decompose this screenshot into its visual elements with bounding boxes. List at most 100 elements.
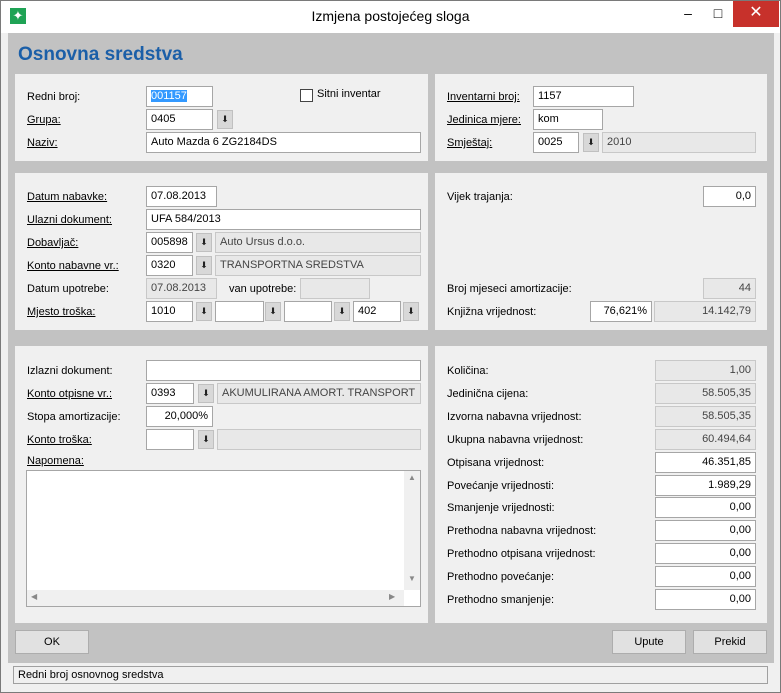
datum-upotrebe-field: 07.08.2013 [146, 278, 217, 299]
mjesto-troska-1-field[interactable]: 1010 [146, 301, 193, 322]
form-client-area: Osnovna sredstva Redni broj: 001157 Sitn… [8, 33, 774, 687]
konto-nabavne-name-field: TRANSPORTNA SREDSTVA [215, 255, 421, 276]
mjesto-troska-2-field[interactable] [215, 301, 264, 322]
mjesto-troska-4-dropdown-icon[interactable]: ⬇ [403, 302, 419, 321]
title-bar[interactable]: ✦ Izmjena postojećeg sloga – □ ✕ [1, 1, 780, 33]
izlazni-dokument-field[interactable] [146, 360, 421, 381]
mjesto-troska-2-dropdown-icon[interactable]: ⬇ [265, 302, 281, 321]
mjesto-troska-3-dropdown-icon[interactable]: ⬇ [334, 302, 350, 321]
datum-nabavke-label: Datum nabavke: [27, 191, 108, 203]
datum-upotrebe-label: Datum upotrebe: [27, 283, 109, 295]
disposal-panel: Izlazni dokument: Konto otpisne vr.: 039… [15, 346, 428, 623]
value-field[interactable]: 0,00 [655, 543, 756, 565]
smjestaj-code-field[interactable]: 0025 [533, 132, 579, 153]
napomena-label: Napomena: [27, 455, 84, 467]
dobavljac-label: Dobavljač: [27, 237, 79, 249]
value-field: 58.505,35 [655, 405, 756, 427]
grupa-field[interactable]: 0405 [146, 109, 213, 130]
izlazni-dokument-label: Izlazni dokument: [27, 365, 113, 377]
smjestaj-name-field: 2010 [602, 132, 756, 153]
konto-otpisne-label: Konto otpisne vr.: [27, 388, 112, 400]
knjizna-pct-field[interactable]: 76,621% [590, 301, 652, 322]
smjestaj-label: Smještaj: [447, 137, 493, 149]
value-field[interactable]: 0,00 [655, 497, 756, 519]
broj-mjeseci-field: 44 [703, 278, 756, 299]
value-label: Prethodno smanjenje: [447, 594, 555, 606]
value-field: 60.494,64 [655, 428, 756, 450]
naziv-field[interactable]: Auto Mazda 6 ZG2184DS [146, 132, 421, 153]
stopa-label: Stopa amortizacije: [27, 411, 121, 423]
konto-troska-dropdown-icon[interactable]: ⬇ [198, 430, 214, 449]
konto-troska-label: Konto troška: [27, 434, 92, 446]
scroll-up-icon[interactable]: ▲ [404, 473, 420, 487]
grupa-dropdown-icon[interactable]: ⬇ [217, 110, 233, 129]
dobavljac-dropdown-icon[interactable]: ⬇ [196, 233, 212, 252]
mjesto-troska-3-field[interactable] [284, 301, 332, 322]
maximize-button[interactable]: □ [703, 1, 733, 27]
scroll-right-icon[interactable]: ▶ [389, 592, 401, 604]
dobavljac-name-field: Auto Ursus d.o.o. [215, 232, 421, 253]
grupa-label: Grupa: [27, 114, 61, 126]
smjestaj-dropdown-icon[interactable]: ⬇ [583, 133, 599, 152]
jedinica-mjere-field[interactable]: kom [533, 109, 603, 130]
value-label: Prethodno povećanje: [447, 571, 555, 584]
inventory-panel: Inventarni broj: 1157 Jedinica mjere: ko… [435, 74, 767, 161]
konto-nabavne-code-field[interactable]: 0320 [146, 255, 193, 276]
konto-otpisne-name-field: AKUMULIRANA AMORT. TRANSPORT [217, 383, 421, 404]
redni-broj-field[interactable]: 001157 [146, 86, 213, 107]
inventarni-broj-label: Inventarni broj: [447, 91, 520, 103]
value-field[interactable]: 0,00 [655, 589, 756, 610]
value-label: Količina: [447, 365, 489, 377]
values-panel: Količina: 1,00 Jedinična cijena: 58.505,35 I… [435, 346, 767, 623]
vertical-scrollbar[interactable]: ▲ ▼ [404, 471, 420, 590]
minimize-button[interactable]: – [673, 1, 703, 27]
value-label: Prethodna nabavna vrijednost: [447, 525, 597, 538]
mjesto-troska-4-field[interactable]: 402 [353, 301, 401, 322]
prekid-button[interactable]: Prekid [693, 630, 767, 654]
konto-nabavne-label: Konto nabavne vr.: [27, 260, 119, 272]
horizontal-scrollbar[interactable]: ◀ ▶ [27, 590, 404, 606]
konto-otpisne-code-field[interactable]: 0393 [146, 383, 194, 404]
konto-troska-name-field [217, 429, 421, 450]
scroll-left-icon[interactable]: ◀ [31, 592, 43, 604]
naziv-label: Naziv: [27, 137, 58, 149]
lifetime-panel: Vijek trajanja: 0,0 Broj mjeseci amortiz… [435, 173, 767, 330]
napomena-textarea[interactable]: ▲ ▼ ◀ ▶ [26, 470, 421, 607]
form-heading: Osnovna sredstva [18, 44, 183, 65]
ulazni-dokument-label: Ulazni dokument: [27, 214, 112, 226]
value-field[interactable]: 1.989,29 [655, 474, 756, 496]
ok-button[interactable]: OK [15, 630, 89, 654]
status-text: Redni broj osnovnog sredstva [13, 666, 768, 684]
knjizna-value-field: 14.142,79 [654, 301, 756, 322]
scroll-down-icon[interactable]: ▼ [404, 574, 420, 588]
van-upotrebe-label: van upotrebe: [229, 283, 297, 295]
value-field[interactable]: 46.351,85 [655, 451, 756, 473]
datum-nabavke-field[interactable]: 07.08.2013 [146, 186, 217, 207]
mjesto-troska-1-dropdown-icon[interactable]: ⬇ [196, 302, 212, 321]
inventarni-broj-field[interactable]: 1157 [533, 86, 634, 107]
value-label: Izvorna nabavna vrijednost: [447, 410, 582, 423]
close-button[interactable]: ✕ [733, 1, 779, 27]
value-field: 58.505,35 [655, 382, 756, 404]
konto-otpisne-dropdown-icon[interactable]: ⬇ [198, 384, 214, 403]
acquisition-panel: Datum nabavke: 07.08.2013 Ulazni dokumen… [15, 173, 428, 330]
value-label: Smanjenje vrijednosti: [447, 502, 555, 515]
value-label: Otpisana vrijednost: [447, 456, 545, 469]
konto-troska-code-field[interactable] [146, 429, 194, 450]
status-bar: Redni broj osnovnog sredstva [8, 663, 774, 687]
ulazni-dokument-field[interactable]: UFA 584/2013 [146, 209, 421, 230]
vijek-trajanja-label: Vijek trajanja: [447, 191, 513, 203]
vijek-trajanja-field[interactable]: 0,0 [703, 186, 756, 207]
value-label: Jedinična cijena: [447, 387, 529, 400]
broj-mjeseci-label: Broj mjeseci amortizacije: [447, 283, 572, 295]
knjizna-label: Knjižna vrijednost: [447, 306, 537, 318]
stopa-field[interactable]: 20,000% [146, 406, 213, 427]
sitni-inventar-checkbox[interactable] [300, 89, 313, 102]
upute-button[interactable]: Upute [612, 630, 686, 654]
general-panel: Redni broj: 001157 Sitni inventar Grupa:… [15, 74, 428, 161]
konto-nabavne-dropdown-icon[interactable]: ⬇ [196, 256, 212, 275]
value-field[interactable]: 0,00 [655, 520, 756, 542]
value-field[interactable]: 0,00 [655, 566, 756, 588]
dialog-window: ✦ Izmjena postojećeg sloga – □ ✕ Osnovna… [0, 0, 781, 693]
dobavljac-code-field[interactable]: 005898 [146, 232, 193, 253]
